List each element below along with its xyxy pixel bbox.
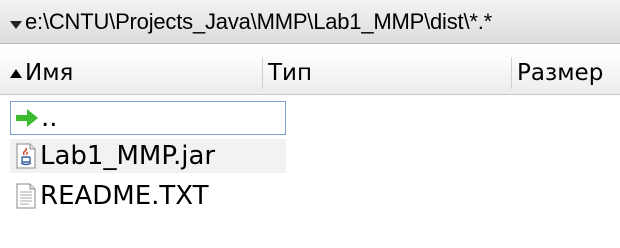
file-name: .. — [41, 103, 58, 133]
column-divider[interactable] — [262, 57, 263, 89]
column-name-label: Имя — [25, 60, 74, 86]
file-name: Lab1_MMP.jar — [40, 141, 216, 171]
current-path[interactable]: e:\CNTU\Projects_Java\MMP\Lab1_MMP\dist\… — [25, 9, 492, 35]
sort-ascending-icon — [10, 68, 22, 78]
column-type-header[interactable]: Тип — [268, 51, 312, 95]
file-row-jar[interactable]: Lab1_MMP.jar — [10, 139, 286, 173]
column-header: Имя Тип Размер — [0, 51, 620, 95]
file-name: README.TXT — [40, 181, 209, 211]
column-name-header[interactable]: Имя — [8, 51, 73, 95]
file-row-readme[interactable]: README.TXT — [10, 179, 209, 213]
column-size-label: Размер — [517, 60, 604, 86]
column-size-header[interactable]: Размер — [517, 51, 603, 95]
java-jar-icon — [16, 143, 36, 169]
file-row-parent-dir[interactable]: .. — [10, 101, 286, 135]
column-type-label: Тип — [268, 60, 313, 86]
column-divider[interactable] — [511, 57, 512, 89]
path-bar[interactable]: e:\CNTU\Projects_Java\MMP\Lab1_MMP\dist\… — [0, 0, 620, 44]
dropdown-arrow-icon[interactable] — [10, 20, 22, 29]
text-file-icon — [16, 183, 36, 209]
up-arrow-icon — [16, 109, 38, 127]
